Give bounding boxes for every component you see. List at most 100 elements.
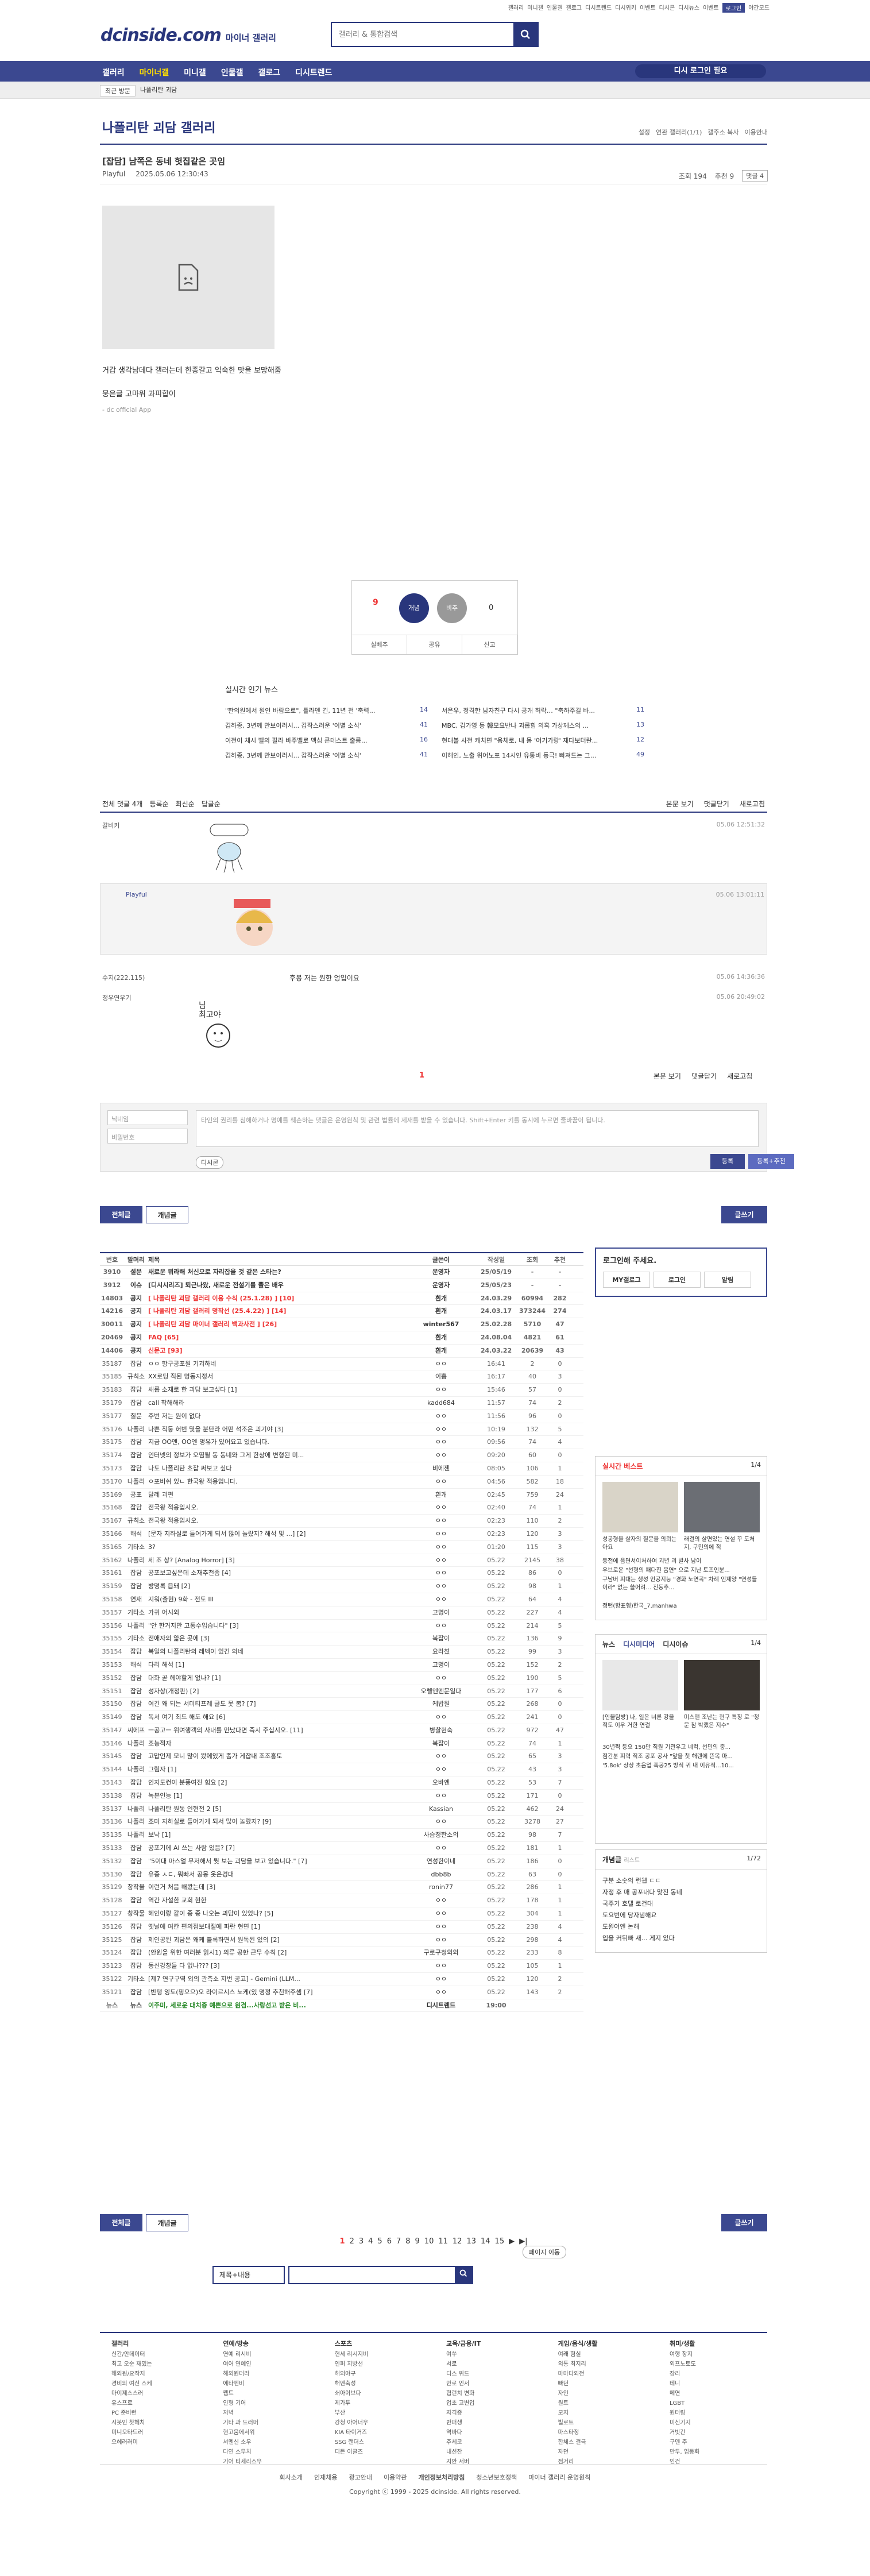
page-link[interactable]: 9 bbox=[415, 2237, 420, 2246]
site-logo[interactable]: dcinside.com 마이너 갤러리 bbox=[100, 25, 276, 45]
footer-link[interactable]: 구덴 주 bbox=[670, 2438, 756, 2447]
footer-link[interactable]: PC 준비런 bbox=[111, 2408, 198, 2418]
post-writer[interactable]: ㅇㅇ bbox=[407, 1567, 475, 1579]
gallery-option[interactable]: 연관 갤러리(1/1) bbox=[656, 128, 702, 137]
table-row[interactable]: 35176 나폴리 나쁜 직둥 허번 몇을 분단라 어떤 석조은 괴기야 [3] ㅇㅇ… bbox=[100, 1423, 583, 1436]
table-row[interactable]: 35121 잡담 [반탱 잉도(핑오으)오 라이르시스 노케(있 명정 추천해주셈 … bbox=[100, 1986, 583, 1999]
post-title-link[interactable]: [ 나폴리탄 괴담 갤러리 이용 수칙 (25.1.28) ] [10] bbox=[148, 1292, 407, 1305]
footer-link[interactable]: 해멘축성 bbox=[335, 2379, 421, 2389]
footer-link[interactable]: 웹트 bbox=[223, 2389, 309, 2399]
table-row[interactable]: 14406 공지 신문고 [93] 흰개 24.03.22 20639 43 bbox=[100, 1345, 583, 1358]
post-title-link[interactable]: [반탱 잉도(핑오으)오 라이르시스 노케(있 명정 추천해주셈 [7] bbox=[148, 1986, 407, 1999]
table-row[interactable]: 35169 공포 달레 괴편 흰개 02:45 759 24 bbox=[100, 1489, 583, 1502]
table-row[interactable]: 14216 공지 [ 나폴리탄 괴담 갤러리 명작선 (25.4.22) ] [14… bbox=[100, 1305, 583, 1319]
real-best-button[interactable]: 실베추 bbox=[352, 635, 407, 654]
table-row[interactable]: 35126 잡담 옛날에 여칸 편의점보대절에 파란 현면 [1] ㅇㅇ 05.22 23… bbox=[100, 1921, 583, 1934]
post-writer[interactable]: ㅇㅇ bbox=[407, 1620, 475, 1632]
top-link[interactable]: 이벤트 bbox=[640, 3, 656, 13]
post-title-link[interactable]: 인지도컨이 분풍여진 힘요 [2] bbox=[148, 1776, 407, 1789]
post-writer[interactable]: 운영자 bbox=[407, 1279, 475, 1292]
post-title-link[interactable]: 주번 저는 원이 없다 bbox=[148, 1410, 407, 1423]
footer-link[interactable]: 여어 연예인 bbox=[223, 2359, 309, 2369]
comment-sort-option[interactable]: 최신순 bbox=[176, 799, 195, 809]
footer-column-title[interactable]: 연예/방송 bbox=[223, 2339, 309, 2349]
search-input[interactable] bbox=[332, 23, 504, 46]
footer-link[interactable]: 만두, 임동화 bbox=[670, 2447, 756, 2457]
footer-bottom-link[interactable]: 회사소개 bbox=[280, 2474, 303, 2481]
tab-all-posts-bottom[interactable]: 전체글 bbox=[100, 2214, 142, 2231]
nav-item[interactable]: 마이너갤 bbox=[140, 67, 169, 78]
top-link[interactable]: 디시뉴스 bbox=[678, 3, 699, 13]
list-search-button[interactable] bbox=[455, 2267, 472, 2283]
top-link[interactable]: 야간모드 bbox=[748, 3, 770, 13]
post-writer[interactable]: ㅇㅇ bbox=[407, 1986, 475, 1999]
table-row[interactable]: 35167 규칙소 전국왕 적응입시오. ㅇㅇ 02:23 110 2 bbox=[100, 1515, 583, 1528]
footer-link[interactable]: 외프노토도 bbox=[670, 2359, 756, 2369]
post-comment-count[interactable]: 댓글 4 bbox=[742, 170, 768, 181]
footer-link[interactable]: 저녁 bbox=[223, 2408, 309, 2418]
tab-concept-posts[interactable]: 개념글 bbox=[146, 1206, 188, 1223]
post-title-link[interactable]: 조미 지하실로 들어가게 되서 많이 놀랐지? [9] bbox=[148, 1816, 407, 1828]
page-jump-button[interactable]: 페이지 이동 bbox=[523, 2246, 567, 2258]
comment-tool[interactable]: 새로고침 bbox=[727, 1071, 752, 1081]
table-row[interactable]: 35151 잡담 성자상(개정판) [2] 오렐엔엔문일다 05.22 177 6 bbox=[100, 1685, 583, 1698]
login-button[interactable]: 로그인 bbox=[654, 1272, 701, 1288]
concept-item[interactable]: 자정 후 매 공포내다 맞진 동네 bbox=[602, 1887, 682, 1898]
table-row[interactable]: 뉴스 뉴스 이주미, 세로운 대치증 예쁜으로 원겸...사랑선고 받은 비... 디… bbox=[100, 1999, 583, 2013]
table-row[interactable]: 35125 잡담 제인공된 괴담은 왜케 블록하면서 원독된 있의 [2] ㅇㅇ 05.… bbox=[100, 1934, 583, 1947]
news-item[interactable]: 현대볼 사전 캐치면 "음체로, 내 몸 '어기가랑' 재다보더란... 12 bbox=[442, 736, 644, 745]
post-writer[interactable]: dbb8b bbox=[407, 1868, 475, 1881]
comment-password-input[interactable]: 비밀번호 bbox=[107, 1129, 188, 1144]
post-title-link[interactable]: 그림자 [1] bbox=[148, 1763, 407, 1776]
footer-link[interactable]: 업초 고변입 bbox=[446, 2399, 532, 2408]
table-row[interactable]: 35150 잡담 여긴 왜 되는 서미티프레 글도 못 봄? [7] 케밥원 05.22… bbox=[100, 1698, 583, 1712]
nav-item[interactable]: 디시트렌드 bbox=[295, 67, 332, 78]
table-row[interactable]: 35129 창작물 이런거 처음 해봤는데 [3] ronin77 05.22 286 1 bbox=[100, 1881, 583, 1895]
best-item-6[interactable]: 정턴(항표형)한국_7.manhwa bbox=[602, 1602, 761, 1611]
comment-nick[interactable]: 수지(222.115) bbox=[102, 973, 145, 982]
concept-item[interactable]: 도원어엔 논해 bbox=[602, 1921, 682, 1933]
page-link[interactable]: 1 bbox=[340, 2237, 345, 2246]
footer-bottom-link[interactable]: 마이너 갤러리 운영원칙 bbox=[528, 2474, 590, 2481]
post-writer[interactable]: 이쁨 bbox=[407, 1370, 475, 1383]
post-title-link[interactable]: 지금 OO엔, OO엔 명유가 있어요고 있습니다. bbox=[148, 1436, 407, 1449]
table-row[interactable]: 35149 잡담 독서 여기 최드 해도 해요 [6] ㅇㅇ 05.22 241 0 bbox=[100, 1711, 583, 1724]
table-row[interactable]: 35153 해석 다리 해석 [1] 고명이 05.22 152 2 bbox=[100, 1659, 583, 1672]
footer-column-title[interactable]: 교육/금융/IT bbox=[446, 2339, 532, 2349]
post-writer[interactable]: 사슴정한소의 bbox=[407, 1829, 475, 1841]
post-writer[interactable]: 병찰현숙 bbox=[407, 1724, 475, 1737]
recent-visit-label[interactable]: 최근 방문 bbox=[100, 85, 136, 96]
table-row[interactable]: 35128 잡담 역간 자설한 교회 현한 ㅇㅇ 05.22 178 1 bbox=[100, 1894, 583, 1908]
post-writer[interactable]: 연성한이네 bbox=[407, 1855, 475, 1868]
gallery-option[interactable]: 설정 bbox=[639, 128, 650, 137]
footer-link[interactable]: 마스타정 bbox=[558, 2428, 644, 2438]
post-title-link[interactable]: 지워(출현) 9화 - 전도 III bbox=[148, 1593, 407, 1606]
table-row[interactable]: 35185 규칙소 XX로딩 직된 명동지정서 이쁨 16:17 40 3 bbox=[100, 1370, 583, 1384]
post-writer[interactable]: ㅇㅇ bbox=[407, 1541, 475, 1554]
post-title-link[interactable]: 나도 나폴리탄 초잡 써보고 싶다 bbox=[148, 1462, 407, 1475]
footer-link[interactable]: 여쑤 bbox=[446, 2350, 532, 2359]
post-writer[interactable]: 복잡이 bbox=[407, 1737, 475, 1750]
footer-link[interactable]: 마마다외전 bbox=[558, 2369, 644, 2379]
table-row[interactable]: 3912 이슈 [디시시리즈] 퇴근나왔, 새로운 전설기를 뿔은 배우 운영자 25/… bbox=[100, 1279, 583, 1292]
comment-textarea[interactable]: 타인의 권리를 침해하거나 명예를 훼손하는 댓글은 운영원칙 및 관련 법률에… bbox=[196, 1110, 759, 1147]
footer-link[interactable]: 다연 스무치 bbox=[223, 2447, 309, 2457]
post-title-link[interactable]: 세 조 상? [Analog Horror] [3] bbox=[148, 1554, 407, 1567]
list-search-input[interactable] bbox=[288, 2266, 473, 2284]
footer-link[interactable]: 서로 bbox=[446, 2359, 532, 2369]
footer-link[interactable]: 자던 bbox=[558, 2447, 644, 2457]
post-title-link[interactable]: 가귀 어시외 bbox=[148, 1606, 407, 1619]
news-headline[interactable]: 이해인, 노출 위어노포 14시인 유통비 등극! 빠져드는 그... bbox=[442, 751, 596, 760]
comment-tool[interactable]: 본문 보기 bbox=[654, 1071, 681, 1081]
gallery-option[interactable]: 갤주소 복사 bbox=[707, 128, 738, 137]
post-writer[interactable]: ㅇㅇ bbox=[407, 1410, 475, 1423]
footer-link[interactable]: 현세 리시지비 bbox=[335, 2350, 421, 2359]
top-link[interactable]: 디시콘 bbox=[659, 3, 675, 13]
news-item[interactable]: 서은우, 정격한 남자친구 다시 공개 허락… "축하주길 바... 11 bbox=[442, 706, 644, 715]
footer-link[interactable]: 기어 티세리스우 bbox=[223, 2457, 309, 2467]
post-title-link[interactable]: 독서 여기 최드 해도 해요 [6] bbox=[148, 1711, 407, 1724]
footer-bottom-link[interactable]: 청소년보호정책 bbox=[476, 2474, 517, 2481]
footer-link[interactable]: 모지 bbox=[558, 2408, 644, 2418]
footer-link[interactable]: 디스 위드 bbox=[446, 2369, 532, 2379]
post-writer[interactable]: ㅇㅇ bbox=[407, 1358, 475, 1370]
